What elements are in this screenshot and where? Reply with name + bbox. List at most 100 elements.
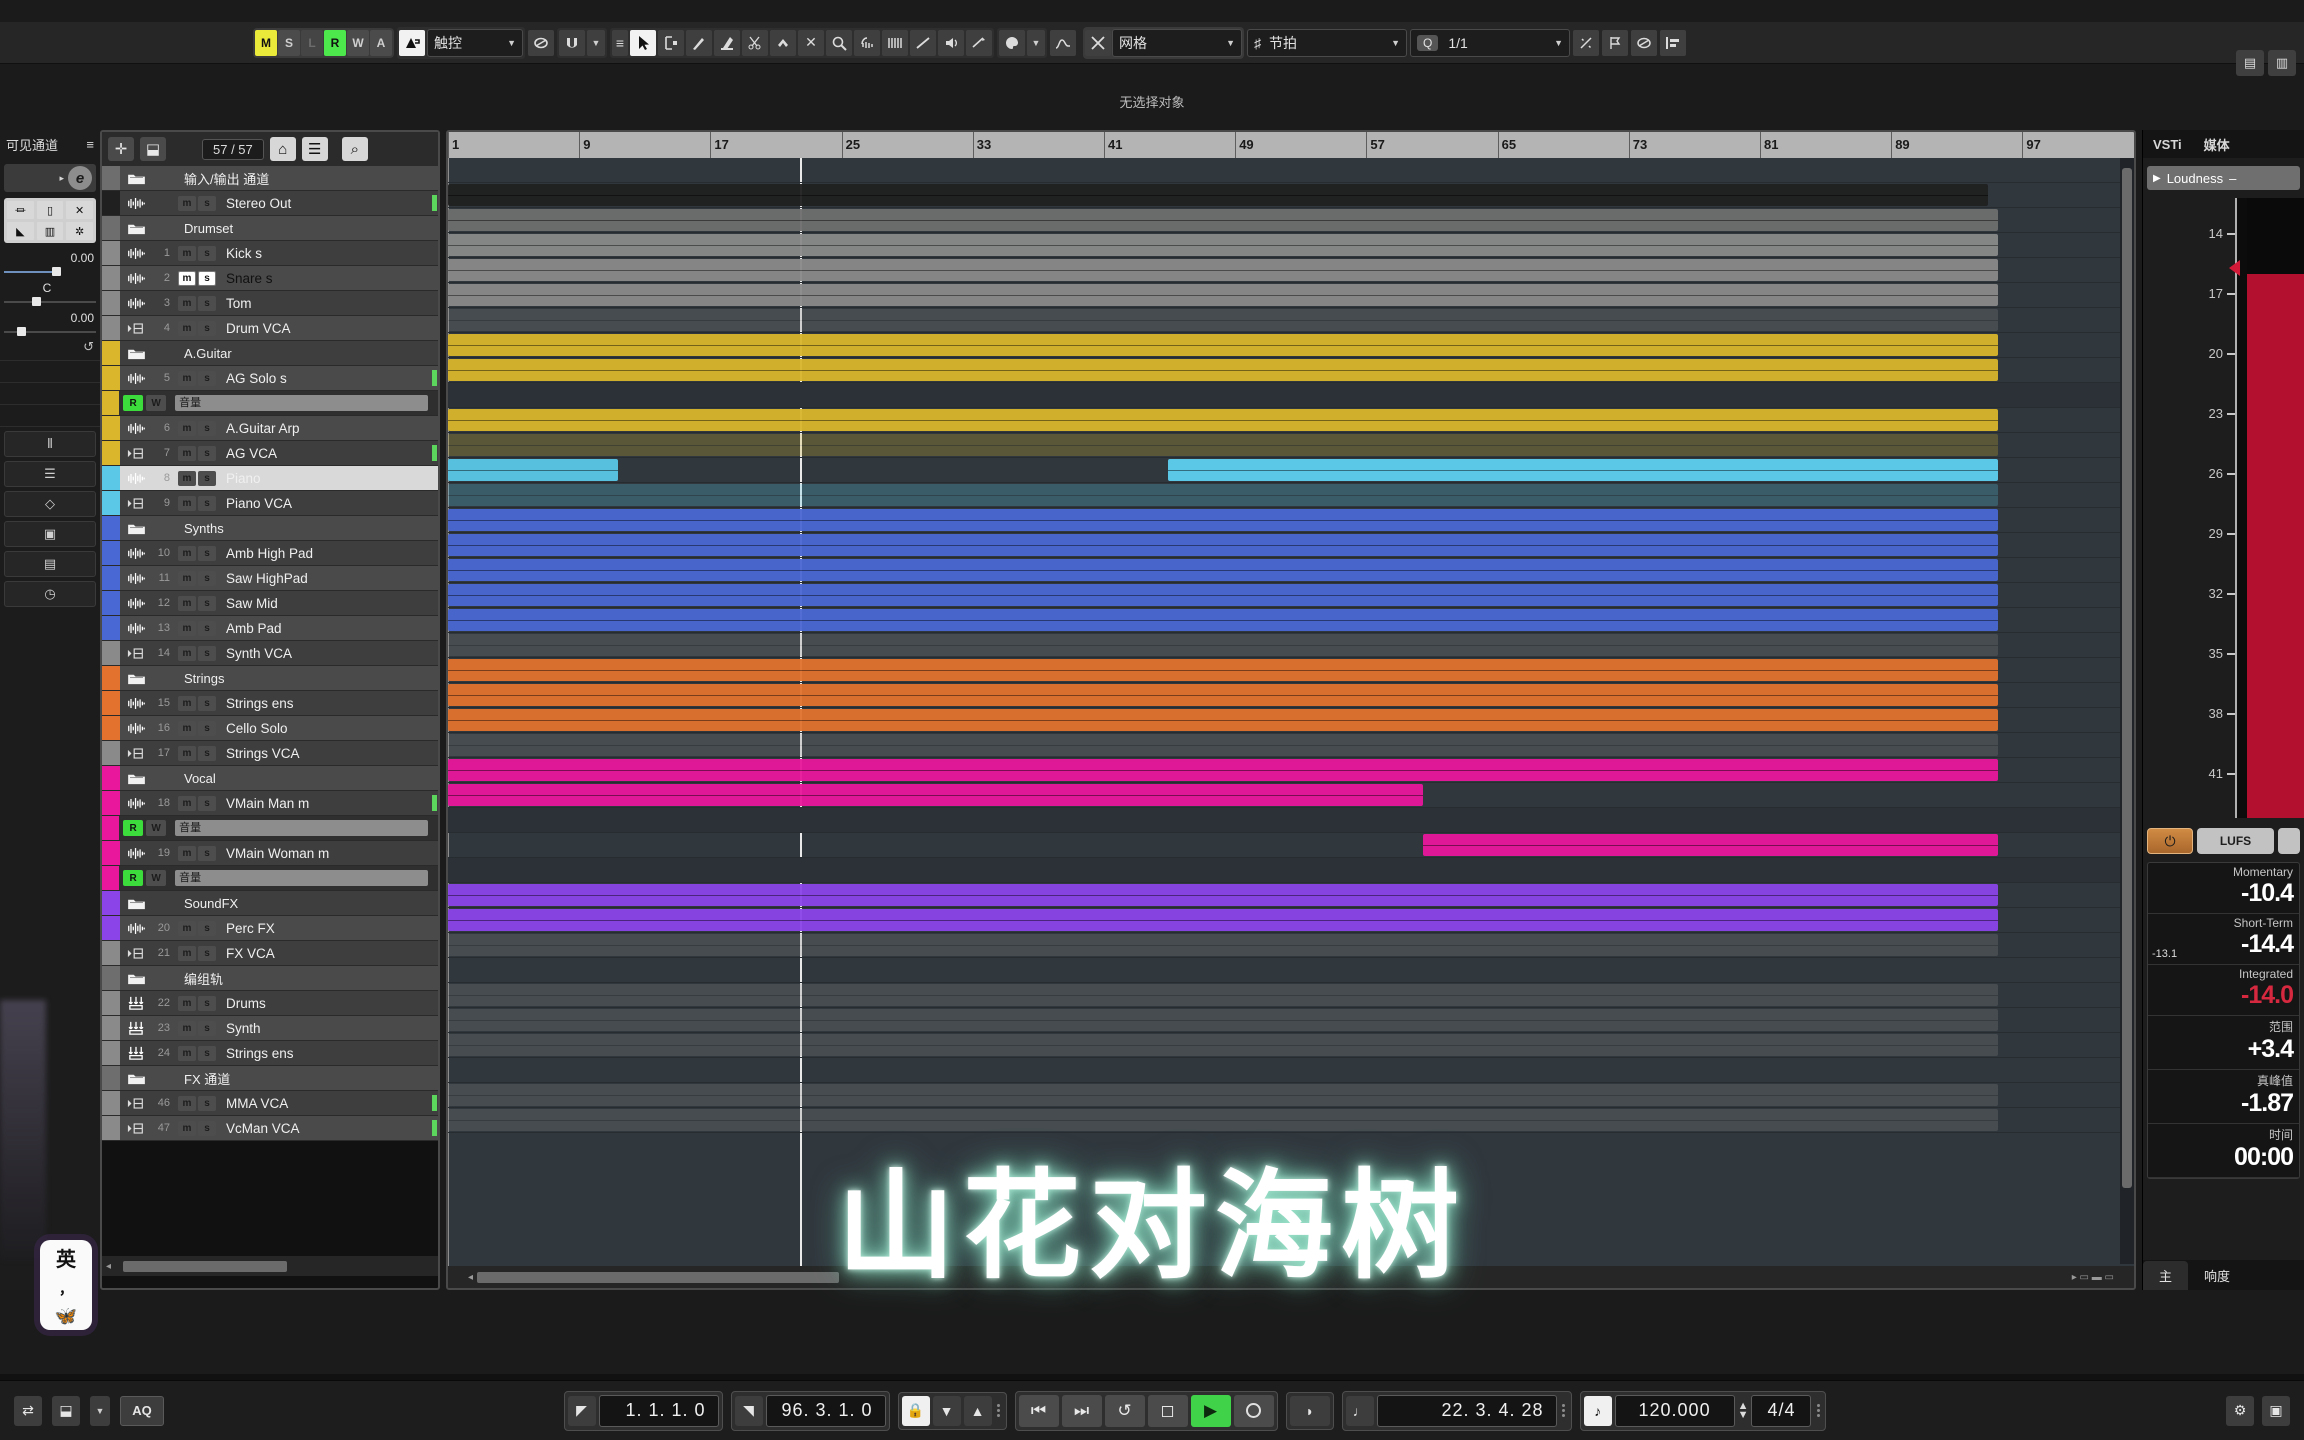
track-lane[interactable]	[448, 808, 2134, 833]
track-name[interactable]: 输入/输出 通道	[174, 169, 438, 188]
track-row[interactable]: 12 m s Saw Mid	[102, 591, 438, 616]
listen-toggle[interactable]: L	[301, 29, 323, 56]
track-row[interactable]: 1 m s Kick s	[102, 241, 438, 266]
mute-solo-group[interactable]: ms	[174, 445, 216, 461]
audio-clip[interactable]	[448, 1009, 1998, 1031]
track-name[interactable]: Strings VCA	[216, 746, 438, 761]
mute-solo-group[interactable]: ms	[174, 320, 216, 336]
track-solo-button[interactable]: s	[198, 620, 216, 636]
grid-type-select[interactable]: 网格 ▼	[1112, 28, 1242, 57]
glue-tool-icon[interactable]	[770, 29, 796, 56]
track-name[interactable]: Drums	[216, 996, 438, 1011]
track-name[interactable]: Piano VCA	[216, 496, 438, 511]
home-icon[interactable]: ⌂	[269, 137, 296, 161]
track-mute-button[interactable]: m	[178, 270, 196, 286]
track-row[interactable]: 7 m s AG VCA	[102, 441, 438, 466]
track-mute-button[interactable]: m	[178, 495, 196, 511]
track-lane[interactable]	[448, 1108, 2134, 1133]
automation-lane-controls[interactable]: R W 音量	[119, 395, 438, 411]
track-name[interactable]: Strings	[174, 671, 438, 686]
quantize-select[interactable]: Q 1/1 ▼	[1410, 28, 1570, 57]
track-lane[interactable]	[448, 333, 2134, 358]
edit-channel-icon[interactable]: e	[68, 166, 92, 190]
read-automation-button[interactable]: R	[123, 395, 144, 411]
automation-parameter-name[interactable]: 音量	[175, 820, 428, 836]
mute-solo-group[interactable]: ms	[174, 920, 216, 936]
inspector-list-button[interactable]: ☰	[4, 461, 96, 487]
track-name[interactable]: Strings ens	[216, 696, 438, 711]
automation-parameter-name[interactable]: 音量	[175, 395, 428, 411]
track-solo-button[interactable]: s	[198, 995, 216, 1011]
lock-icon[interactable]: 🔒	[901, 1395, 930, 1426]
mute-solo-group[interactable]: ms	[174, 1045, 216, 1061]
track-mute-button[interactable]: m	[178, 720, 196, 736]
snap-chevron-icon[interactable]: ▼	[587, 29, 605, 56]
timeline-ruler[interactable]: 1 9 17 25 33 41 49 57 65 73 81 89 97	[448, 132, 2134, 158]
color-group[interactable]: ▼	[997, 27, 1047, 58]
track-name[interactable]: Cello Solo	[216, 721, 438, 736]
record-button[interactable]	[1233, 1394, 1274, 1427]
track-mute-button[interactable]: m	[178, 570, 196, 586]
track-mute-button[interactable]: m	[178, 595, 196, 611]
track-name[interactable]: FX VCA	[216, 946, 438, 961]
search-icon[interactable]: ⌕	[341, 137, 368, 161]
track-name[interactable]: Saw HighPad	[216, 571, 438, 586]
track-solo-button[interactable]: s	[198, 745, 216, 761]
track-mute-button[interactable]: m	[178, 370, 196, 386]
track-list-view-icon[interactable]: ☰	[301, 137, 328, 161]
track-row[interactable]: 输入/输出 通道	[102, 166, 438, 191]
audio-clip[interactable]	[1423, 834, 1998, 856]
track-lane[interactable]	[448, 1083, 2134, 1108]
inspector-routing-grid[interactable]: ⏛ ▯ ✕ ◣ ▥ ✲	[4, 198, 96, 243]
track-lane[interactable]	[448, 708, 2134, 733]
arrange-horizontal-scrollbar[interactable]: ◂ ▸ ▭ ▬ ▭	[448, 1266, 2134, 1288]
track-row[interactable]: 编组轨	[102, 966, 438, 991]
track-mute-button[interactable]: m	[178, 795, 196, 811]
mute-solo-group[interactable]: ms	[174, 620, 216, 636]
play-tool-icon[interactable]	[938, 29, 964, 56]
track-name[interactable]: FX 通道	[174, 1069, 438, 1088]
track-lane[interactable]	[448, 258, 2134, 283]
mute-solo-group[interactable]: ms	[174, 945, 216, 961]
audio-clip[interactable]	[448, 534, 1998, 556]
note-position-icon[interactable]: ♩	[1345, 1395, 1374, 1426]
track-lane[interactable]	[448, 233, 2134, 258]
track-name[interactable]: Drumset	[174, 221, 438, 236]
track-lanes[interactable]	[448, 158, 2134, 1268]
track-name[interactable]: Synth VCA	[216, 646, 438, 661]
track-solo-button[interactable]: s	[198, 1095, 216, 1111]
transport-chevron-icon[interactable]: ▼	[90, 1395, 110, 1426]
track-name[interactable]: Drum VCA	[216, 321, 438, 336]
audio-clip[interactable]	[448, 409, 1998, 431]
audio-clip[interactable]	[448, 784, 1423, 806]
track-lane[interactable]	[448, 958, 2134, 983]
track-name[interactable]: VMain Woman m	[216, 846, 438, 861]
position-block[interactable]: ♩ 22. 3. 4. 28	[1341, 1390, 1572, 1431]
time-signature-field[interactable]: 4/4	[1751, 1394, 1812, 1427]
right-locator-icon[interactable]: ◥	[734, 1395, 763, 1426]
metronome-icon[interactable]: ◗	[1289, 1395, 1330, 1426]
track-mute-button[interactable]: m	[178, 945, 196, 961]
track-row[interactable]: 10 m s Amb High Pad	[102, 541, 438, 566]
track-lane[interactable]	[448, 533, 2134, 558]
track-lane[interactable]	[448, 658, 2134, 683]
audio-clip[interactable]	[448, 634, 1998, 656]
ime-indicator[interactable]: 英 ， 🦋	[40, 1240, 92, 1330]
track-lane[interactable]	[448, 1033, 2134, 1058]
track-mute-button[interactable]: m	[178, 420, 196, 436]
read-automation-button[interactable]: R	[123, 870, 144, 886]
cycle-button[interactable]: ↺	[1104, 1394, 1145, 1427]
audio-clip[interactable]	[448, 684, 1998, 706]
stop-button[interactable]: ◻	[1147, 1394, 1188, 1427]
tempo-field[interactable]: 120.000	[1614, 1394, 1735, 1427]
audio-clip[interactable]	[448, 709, 1998, 731]
track-lane[interactable]	[448, 358, 2134, 383]
track-row[interactable]: R W 音量	[102, 816, 438, 841]
audio-clip[interactable]	[448, 434, 1998, 456]
track-lane[interactable]	[448, 883, 2134, 908]
snowflake-icon[interactable]: ✲	[66, 222, 93, 240]
track-mute-button[interactable]: m	[178, 1045, 196, 1061]
right-zone-bottom-tabs[interactable]: 主 响度	[2143, 1260, 2304, 1290]
grid-cross-icon[interactable]	[1085, 29, 1111, 56]
track-solo-button[interactable]: s	[198, 795, 216, 811]
